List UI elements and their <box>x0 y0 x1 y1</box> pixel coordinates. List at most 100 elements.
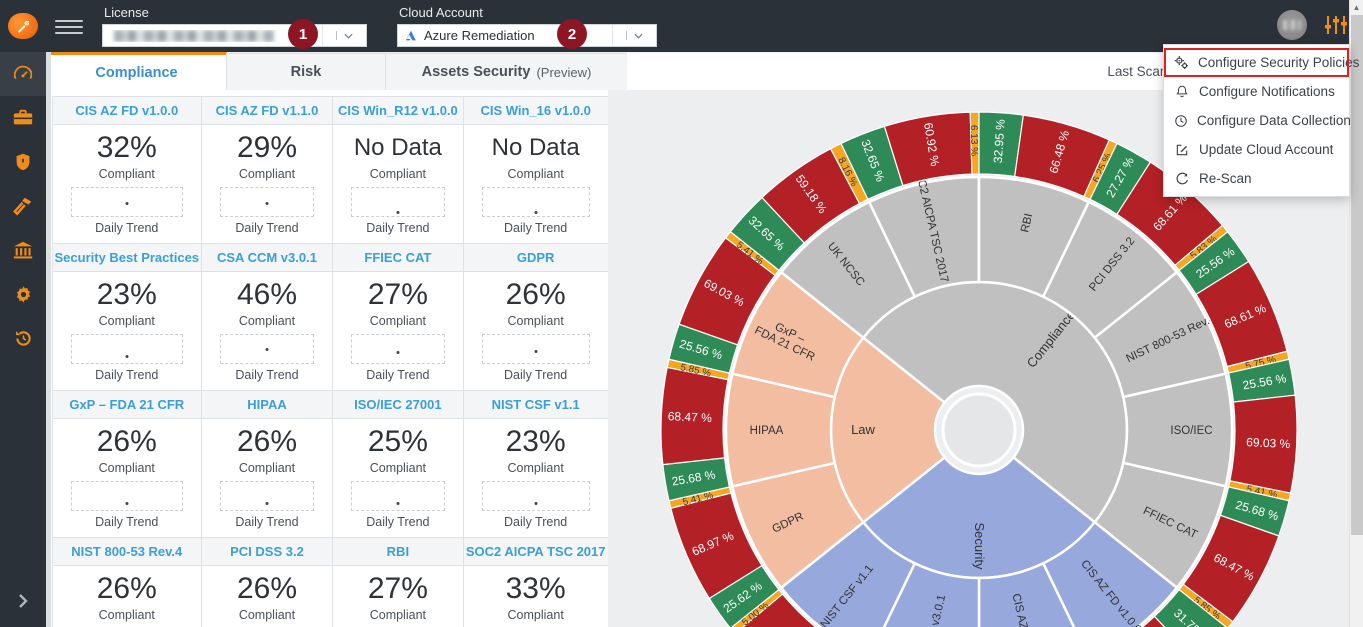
framework-card[interactable]: GDPR 26% Compliant Daily Trend <box>462 242 609 391</box>
framework-card[interactable]: NIST 800-53 Rev.4 26% Compliant Daily Tr… <box>51 536 203 627</box>
page-scrollbar[interactable]: ▲ <box>1349 0 1363 627</box>
card-trend-label: Daily Trend <box>95 220 159 235</box>
framework-cards-grid: CIS AZ FD v1.0.0 32% Compliant Daily Tre… <box>51 95 609 627</box>
sidebar-item-governance[interactable] <box>0 228 46 272</box>
card-compliant-label: Compliant <box>507 313 564 328</box>
card-header: HIPAA <box>202 390 332 419</box>
card-body: 32% Compliant Daily Trend <box>53 125 202 243</box>
sidebar-item-settings[interactable] <box>0 272 46 316</box>
card-title: CIS Win_R12 v1.0.0 <box>337 102 458 118</box>
card-value: 32% <box>96 130 157 164</box>
card-header: NIST CSF v1.1 <box>463 390 608 419</box>
framework-card[interactable]: HIPAA 26% Compliant Daily Trend <box>201 389 333 538</box>
bank-icon <box>13 241 33 259</box>
framework-card[interactable]: ISO/IEC 27001 25% Compliant Daily Trend <box>331 389 464 538</box>
sidebar-scroll-track[interactable] <box>46 52 51 627</box>
scroll-up-arrow[interactable]: ▲ <box>1350 0 1363 15</box>
scroll-thumb[interactable] <box>1351 15 1363 535</box>
card-title: GxP – FDA 21 CFR <box>69 396 185 412</box>
framework-card[interactable]: RBI 27% Compliant Daily Trend <box>331 536 464 627</box>
card-body: 27% Compliant Daily Trend <box>333 566 463 627</box>
hammer-icon <box>13 197 32 216</box>
framework-card[interactable]: PCI DSS 3.2 26% Compliant Daily Trend <box>201 536 333 627</box>
framework-card[interactable]: SOC2 AICPA TSC 2017 33% Compliant Daily … <box>462 536 609 627</box>
menu-item-label: Update Cloud Account <box>1199 142 1334 157</box>
framework-card[interactable]: Security Best Practices 23% Compliant Da… <box>51 242 203 391</box>
card-compliant-label: Compliant <box>369 313 426 328</box>
framework-card[interactable]: NIST CSF v1.1 23% Compliant Daily Trend <box>462 389 609 538</box>
tab-risk-label: Risk <box>290 64 322 80</box>
card-header: CSA CCM v3.0.1 <box>202 243 332 272</box>
card-compliant-label: Compliant <box>507 460 564 475</box>
tab-compliance[interactable]: Compliance <box>46 52 227 90</box>
topbar-right-actions <box>1277 10 1349 40</box>
framework-card[interactable]: CIS AZ FD v1.0.0 32% Compliant Daily Tre… <box>51 95 203 244</box>
card-sparkline <box>70 480 184 511</box>
card-value: 26% <box>236 424 297 458</box>
card-body: 33% Compliant Daily Trend <box>464 566 608 627</box>
card-value: 46% <box>236 277 297 311</box>
hamburger-bar <box>55 26 83 28</box>
menu-toggle-button[interactable] <box>52 16 86 38</box>
sidebar-expand-button[interactable] <box>0 579 46 623</box>
license-dropdown-caret[interactable] <box>322 25 366 46</box>
card-header: RBI <box>332 537 463 566</box>
briefcase-icon <box>13 109 33 125</box>
menu-item-configure-notifications[interactable]: Configure Notifications <box>1164 77 1349 106</box>
sunburst-segment-label: Law <box>851 422 875 437</box>
chevron-right-icon <box>19 594 28 608</box>
sidebar-item-workloads[interactable] <box>0 96 46 140</box>
card-compliant-label: Compliant <box>369 460 426 475</box>
settings-dropdown-menu: Configure Security Policies Configure No… <box>1163 44 1359 197</box>
card-sparkline <box>481 333 590 364</box>
tab-preview-badge: (Preview) <box>536 64 592 80</box>
cloud-account-dropdown-caret[interactable] <box>612 25 656 46</box>
menu-item-update-cloud-account[interactable]: Update Cloud Account <box>1164 135 1349 164</box>
card-trend-label: Daily Trend <box>235 514 299 529</box>
card-sparkline <box>350 186 445 217</box>
framework-card[interactable]: CSA CCM v3.0.1 46% Compliant Daily Trend <box>201 242 333 391</box>
menu-item-configure-data-collection[interactable]: Configure Data Collection <box>1164 106 1351 135</box>
card-title: Security Best Practices <box>54 249 200 265</box>
sidebar-item-dashboard[interactable] <box>0 52 46 96</box>
card-compliant-label: Compliant <box>98 607 155 622</box>
sliders-icon[interactable] <box>1323 14 1349 36</box>
card-compliant-label: Compliant <box>507 166 564 181</box>
tab-assets-security[interactable]: Assets Security (Preview) <box>385 53 628 90</box>
framework-card[interactable]: GxP – FDA 21 CFR 26% Compliant Daily Tre… <box>51 389 203 538</box>
card-body: 26% Compliant Daily Trend <box>202 419 332 537</box>
sunburst-hub[interactable] <box>941 392 1016 468</box>
avatar[interactable] <box>1277 10 1307 40</box>
card-compliant-label: Compliant <box>369 166 426 181</box>
card-body: No Data Compliant Daily Trend <box>333 125 463 243</box>
card-compliant-label: Compliant <box>98 313 155 328</box>
cloud-account-select[interactable]: Azure Remediation <box>397 24 657 47</box>
framework-card[interactable]: CIS Win_R12 v1.0.0 No Data Compliant Dai… <box>331 95 464 244</box>
card-header: PCI DSS 3.2 <box>202 537 332 566</box>
menu-item-re-scan[interactable]: Re-Scan <box>1164 164 1349 193</box>
card-trend-label: Daily Trend <box>366 220 430 235</box>
sidebar-item-security[interactable] <box>0 140 46 184</box>
card-body: 23% Compliant Daily Trend <box>53 272 202 390</box>
card-header: Security Best Practices <box>52 243 202 272</box>
card-value: 27% <box>367 571 428 605</box>
framework-card[interactable]: CIS Win_16 v1.0.0 No Data Compliant Dail… <box>462 95 609 244</box>
card-body: 29% Compliant Daily Trend <box>202 125 332 243</box>
card-compliant-label: Compliant <box>238 313 296 328</box>
app-logo[interactable] <box>0 0 46 52</box>
card-header: NIST 800-53 Rev.4 <box>52 537 202 566</box>
card-value: No Data <box>353 133 442 161</box>
sunburst-segment-label: HIPAA <box>749 425 783 437</box>
license-select[interactable] <box>102 24 367 47</box>
license-field-group: License 1 <box>102 4 367 49</box>
cloud-account-label: Cloud Account <box>399 5 483 20</box>
menu-item-configure-security-policies[interactable]: Configure Security Policies <box>1164 48 1359 77</box>
sidebar-item-history[interactable] <box>0 316 46 360</box>
hamburger-bar <box>55 32 83 34</box>
sunburst-segment-label: 68.47 % <box>667 409 712 425</box>
framework-card[interactable]: FFIEC CAT 27% Compliant Daily Trend <box>331 242 464 391</box>
tab-assets-security-label: Assets Security <box>421 64 531 80</box>
sidebar-item-remediation[interactable] <box>0 184 46 228</box>
tab-risk[interactable]: Risk <box>226 53 386 90</box>
framework-card[interactable]: CIS AZ FD v1.1.0 29% Compliant Daily Tre… <box>201 95 333 244</box>
